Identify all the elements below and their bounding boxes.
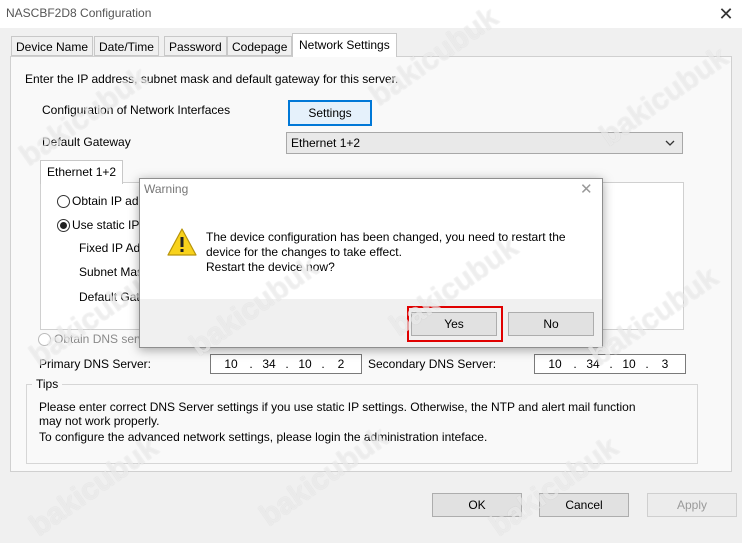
tips-label: Tips xyxy=(32,377,63,391)
warning-dialog: Warning ✕ The device configuration has b… xyxy=(139,178,603,348)
ok-button[interactable]: OK xyxy=(432,493,522,517)
default-gateway-label: Default Gateway xyxy=(42,135,131,149)
apply-button[interactable]: Apply xyxy=(647,493,737,517)
octet: 10 xyxy=(224,357,238,371)
default-gateway-ip-label: Default Gat xyxy=(79,290,140,304)
static-ip-radio[interactable] xyxy=(57,219,70,232)
dialog-message-line: The device configuration has been change… xyxy=(206,230,566,244)
octet-dot: . xyxy=(645,357,649,371)
octet: 3 xyxy=(661,357,669,371)
tab-codepage[interactable]: Codepage xyxy=(227,36,293,56)
settings-button[interactable]: Settings xyxy=(288,100,372,126)
default-gateway-select[interactable]: Ethernet 1+2 xyxy=(286,132,683,154)
obtain-ip-label: Obtain IP ad xyxy=(72,194,139,208)
primary-dns-input[interactable]: 10 . 34 . 10 . 2 xyxy=(210,354,362,374)
config-interfaces-label: Configuration of Network Interfaces xyxy=(42,103,231,117)
tips-line: Please enter correct DNS Server settings… xyxy=(39,400,636,414)
octet: 34 xyxy=(586,357,600,371)
octet: 34 xyxy=(262,357,276,371)
secondary-dns-input[interactable]: 10 . 34 . 10 . 3 xyxy=(534,354,686,374)
tab-network-settings[interactable]: Network Settings xyxy=(292,33,397,57)
default-gateway-value: Ethernet 1+2 xyxy=(291,136,361,150)
subtab-ethernet[interactable]: Ethernet 1+2 xyxy=(40,160,124,184)
octet: 10 xyxy=(548,357,562,371)
tips-line: may not work properly. xyxy=(39,414,160,428)
cancel-button[interactable]: Cancel xyxy=(539,493,629,517)
no-button[interactable]: No xyxy=(508,312,594,336)
tab-device-name[interactable]: Device Name xyxy=(11,36,94,56)
obtain-ip-radio[interactable] xyxy=(57,195,70,208)
octet-dot: . xyxy=(609,357,613,371)
fixed-ip-label: Fixed IP Ad xyxy=(79,241,141,255)
octet-dot: . xyxy=(285,357,289,371)
tab-date-time[interactable]: Date/Time xyxy=(94,36,159,56)
dialog-title: Warning xyxy=(144,182,189,196)
octet-dot: . xyxy=(321,357,325,371)
static-ip-label: Use static IP xyxy=(72,218,140,232)
obtain-dns-label: Obtain DNS serv xyxy=(54,332,145,346)
octet: 2 xyxy=(337,357,345,371)
dialog-message-line: Restart the device now? xyxy=(206,260,335,274)
secondary-dns-label: Secondary DNS Server: xyxy=(368,357,497,371)
octet-dot: . xyxy=(249,357,253,371)
dialog-close-icon[interactable]: ✕ xyxy=(580,180,593,198)
chevron-down-icon xyxy=(664,134,676,155)
tips-line: To configure the advanced network settin… xyxy=(39,430,488,444)
primary-dns-label: Primary DNS Server: xyxy=(39,357,152,371)
warning-icon xyxy=(166,227,198,260)
octet-dot: . xyxy=(573,357,577,371)
tab-password[interactable]: Password xyxy=(164,36,227,56)
octet: 10 xyxy=(298,357,312,371)
title-bar: NASCBF2D8 Configuration ✕ xyxy=(0,0,742,28)
close-icon[interactable]: ✕ xyxy=(714,2,738,26)
subnet-mask-label: Subnet Mas xyxy=(79,265,144,279)
window-title: NASCBF2D8 Configuration xyxy=(6,6,152,20)
dialog-message-line: device for the changes to take effect. xyxy=(206,245,402,259)
intro-text: Enter the IP address, subnet mask and de… xyxy=(25,72,399,86)
octet: 10 xyxy=(622,357,636,371)
yes-button[interactable]: Yes xyxy=(411,312,497,336)
obtain-dns-radio[interactable] xyxy=(38,333,51,346)
